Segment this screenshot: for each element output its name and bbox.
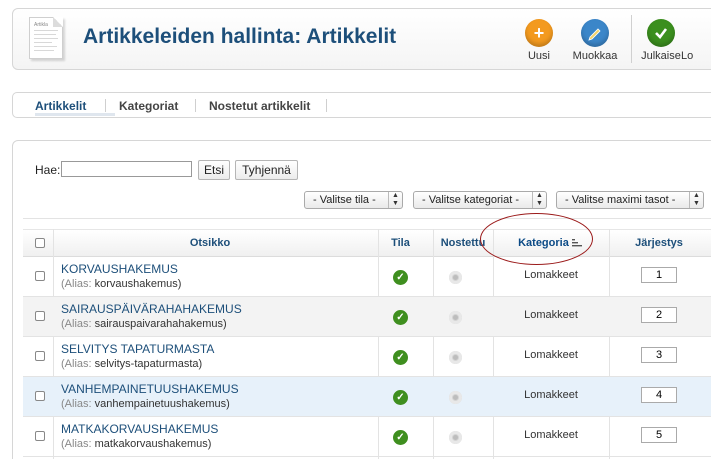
select-arrows-icon: ▲ ▼ <box>532 192 546 208</box>
table-row: SELVITYS TAPATURMASTA (Alias: selvitys-t… <box>23 337 711 377</box>
row-checkbox[interactable] <box>35 351 45 361</box>
state-select[interactable]: - Valitse tila - ▲ ▼ <box>304 191 403 209</box>
article-title-link[interactable]: MATKAKORVAUSHAKEMUS <box>61 422 218 436</box>
plus-icon: + <box>525 19 553 47</box>
search-input[interactable] <box>61 161 192 177</box>
article-icon: Artikla <box>29 17 63 59</box>
published-check-icon[interactable]: ✓ <box>393 270 408 285</box>
article-alias: korvaushakemus) <box>94 278 182 290</box>
filter-divider <box>23 218 711 219</box>
not-featured-icon[interactable] <box>449 431 462 444</box>
not-featured-icon[interactable] <box>449 311 462 324</box>
search-label: Hae: <box>35 163 61 177</box>
truncated-button[interactable]: Lo <box>681 19 711 62</box>
select-all-checkbox[interactable] <box>35 238 45 248</box>
page-title: Artikkeleiden hallinta: Artikkelit <box>83 25 397 48</box>
new-button-label: Uusi <box>527 50 550 62</box>
ordering-input[interactable] <box>641 387 677 403</box>
article-title-link[interactable]: VANHEMPAINETUUSHAKEMUS <box>61 382 239 396</box>
article-alias: selvitys-tapaturmasta) <box>94 358 203 370</box>
submenu-item-featured[interactable]: Nostetut artikkelit <box>209 99 310 113</box>
level-select[interactable]: - Valitse maximi tasot - ▲ ▼ <box>556 191 704 209</box>
row-checkbox[interactable] <box>35 391 45 401</box>
ordering-input[interactable] <box>641 347 677 363</box>
pencil-icon <box>581 19 609 47</box>
column-header-ordering[interactable]: Järjestys <box>609 237 709 249</box>
select-arrows-icon: ▲ ▼ <box>689 192 703 208</box>
article-title-link[interactable]: SAIRAUSPÄIVÄRAHAHAKEMUS <box>61 302 242 316</box>
submenu-item-articles[interactable]: Artikkelit <box>35 99 86 113</box>
column-header-state[interactable]: Tila <box>378 237 423 249</box>
ordering-input[interactable] <box>641 267 677 283</box>
article-alias: vanhempainetuushakemus) <box>94 398 230 410</box>
article-alias: sairauspaivarahahakemus) <box>94 318 227 330</box>
not-featured-icon[interactable] <box>449 271 462 284</box>
table-header: Otsikko Tila Nostettu Kategoria Järjesty… <box>23 229 711 257</box>
table-row: KORVAUSHAKEMUS (Alias: korvaushakemus) ✓… <box>23 257 711 297</box>
new-button[interactable]: + Uusi <box>509 19 569 62</box>
annotation-ellipse <box>480 213 593 265</box>
published-check-icon[interactable]: ✓ <box>393 350 408 365</box>
level-select-value: - Valitse maximi tasot - <box>565 194 676 206</box>
published-check-icon[interactable]: ✓ <box>393 390 408 405</box>
clear-button[interactable]: Tyhjennä <box>235 160 298 180</box>
row-checkbox[interactable] <box>35 311 45 321</box>
article-icon-caption: Artikla <box>34 22 48 28</box>
table-row: VANHEMPAINETUUSHAKEMUS (Alias: vanhempai… <box>23 377 711 417</box>
article-category: Lomakkeet <box>524 309 578 321</box>
check-icon <box>647 19 675 47</box>
table-row: SAIRAUSPÄIVÄRAHAHAKEMUS (Alias: sairausp… <box>23 297 711 337</box>
articles-panel: Hae: Etsi Tyhjennä - Valitse tila - ▲ ▼ -… <box>12 140 711 459</box>
article-category: Lomakkeet <box>524 349 578 361</box>
published-check-icon[interactable]: ✓ <box>393 430 408 445</box>
article-title-link[interactable]: KORVAUSHAKEMUS <box>61 262 178 276</box>
article-category: Lomakkeet <box>524 429 578 441</box>
submenu-item-categories[interactable]: Kategoriat <box>119 99 178 113</box>
article-alias: matkakorvaushakemus) <box>94 438 212 450</box>
not-featured-icon[interactable] <box>449 391 462 404</box>
toolbar-header: Artikla Artikkeleiden hallinta: Artikkel… <box>12 8 711 70</box>
ordering-input[interactable] <box>641 307 677 323</box>
article-category: Lomakkeet <box>524 389 578 401</box>
row-checkbox[interactable] <box>35 271 45 281</box>
article-category: Lomakkeet <box>524 269 578 281</box>
not-featured-icon[interactable] <box>449 351 462 364</box>
category-select[interactable]: - Valitse kategoriat - ▲ ▼ <box>413 191 547 209</box>
active-tab-indicator <box>35 113 115 116</box>
row-checkbox[interactable] <box>35 431 45 441</box>
table-row: MATKAKORVAUSHAKEMUS (Alias: matkakorvaus… <box>23 417 711 457</box>
select-arrows-icon: ▲ ▼ <box>388 192 402 208</box>
truncated-button-label: Lo <box>681 50 694 62</box>
category-select-value: - Valitse kategoriat - <box>422 194 520 206</box>
column-header-title[interactable]: Otsikko <box>55 237 365 249</box>
submenu: Artikkelit Kategoriat Nostetut artikkeli… <box>12 92 711 118</box>
edit-button[interactable]: Muokkaa <box>565 19 625 62</box>
ordering-input[interactable] <box>641 427 677 443</box>
article-title-link[interactable]: SELVITYS TAPATURMASTA <box>61 342 214 356</box>
published-check-icon[interactable]: ✓ <box>393 310 408 325</box>
search-button[interactable]: Etsi <box>198 160 230 180</box>
edit-button-label: Muokkaa <box>572 50 618 62</box>
state-select-value: - Valitse tila - <box>313 194 376 206</box>
